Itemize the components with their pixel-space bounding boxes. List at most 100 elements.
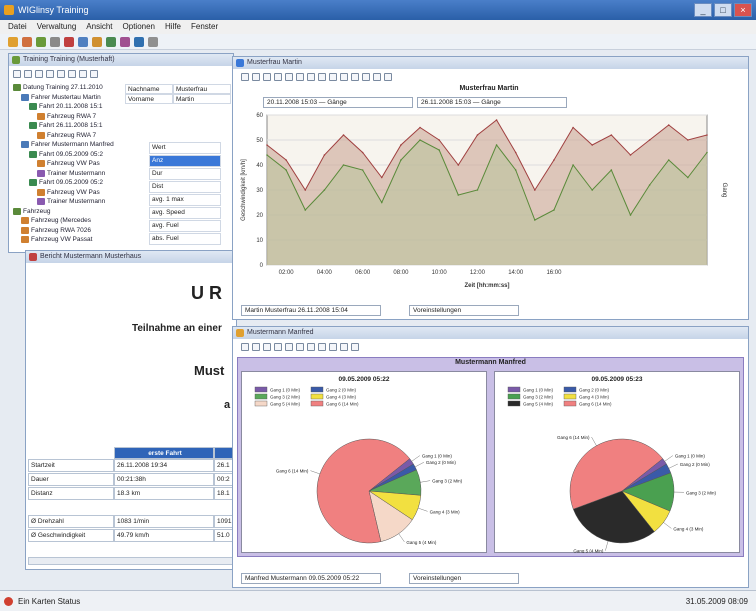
legend-icon[interactable] (307, 73, 315, 81)
grid-row[interactable]: avg. 1 max (149, 194, 221, 206)
delete-icon[interactable] (64, 37, 74, 47)
tree-item[interactable]: Fahrer Mustermann Manfred (21, 141, 114, 148)
menu-manage[interactable]: Verwaltung (37, 20, 77, 34)
grid-row[interactable]: Dist (149, 181, 221, 193)
grid-icon[interactable] (296, 73, 304, 81)
tree-item[interactable]: Fahrzeug (13, 208, 50, 215)
print-icon[interactable] (329, 343, 337, 351)
open-icon[interactable] (22, 37, 32, 47)
copy-icon[interactable] (318, 343, 326, 351)
grid-icon[interactable] (296, 343, 304, 351)
grid-row[interactable]: Dur (149, 168, 221, 180)
preset-select[interactable]: Voreinstellungen (409, 305, 519, 316)
tree-item[interactable]: Fahrzeug RWA 7026 (21, 227, 91, 234)
filter-icon[interactable] (46, 70, 54, 78)
prop-value[interactable]: Musterfrau (173, 84, 231, 94)
grid-row[interactable]: Wert (149, 142, 221, 154)
grid-row[interactable]: avg. Speed (149, 207, 221, 219)
sort-icon[interactable] (79, 70, 87, 78)
tree-item[interactable]: Fahrzeug VW Pas (37, 189, 100, 196)
print-icon[interactable] (50, 37, 60, 47)
close-button[interactable]: × (734, 3, 752, 17)
tree-item[interactable]: Fahrzeug VW Pas (37, 160, 100, 167)
tree-item[interactable]: Fahrt 20.11.2008 15:1 (29, 103, 102, 110)
tree-item[interactable]: Fahrer Mustertau Martin (21, 94, 101, 101)
preset-select[interactable]: Voreinstellungen (409, 573, 519, 584)
grid-row[interactable]: avg. Fuel (149, 220, 221, 232)
print-icon[interactable] (329, 73, 337, 81)
gear-icon[interactable] (351, 343, 359, 351)
help-icon[interactable] (148, 37, 158, 47)
pie-charts[interactable]: 09.05.2009 05:22Gang 1 (0 Min)Gang 2 (0 … (241, 371, 740, 553)
cursor-icon[interactable] (274, 343, 282, 351)
tree-item[interactable]: Fahrzeug RWA 7 (37, 132, 96, 139)
zoom-out-icon[interactable] (252, 73, 260, 81)
menu-options[interactable]: Optionen (123, 20, 155, 34)
tree-item[interactable]: Trainer Mustermann (37, 198, 105, 205)
gear-icon[interactable] (362, 73, 370, 81)
tree-item[interactable]: Trainer Mustermann (37, 170, 105, 177)
refresh-icon[interactable] (57, 70, 65, 78)
export-icon[interactable] (340, 343, 348, 351)
edit-icon[interactable] (35, 70, 43, 78)
add-icon[interactable] (13, 70, 21, 78)
new-icon[interactable] (8, 37, 18, 47)
stop-icon[interactable] (68, 70, 76, 78)
tree-item[interactable]: Fahrt 09.05.2009 05:2 (29, 151, 103, 158)
data-point (591, 144, 593, 146)
chart-toolbar (241, 71, 392, 83)
tree-item[interactable]: Fahrzeug (Mercedes (21, 217, 91, 224)
zoom-in-icon[interactable] (241, 73, 249, 81)
grid-row[interactable]: abs. Fuel (149, 233, 221, 245)
tree-item[interactable]: Fahrt 09.05.2009 05:2 (29, 179, 103, 186)
data-point (285, 159, 287, 161)
tree-view[interactable]: Datung Training 27.11.2010 Fahrer Mustert… (13, 84, 123, 252)
data-point (419, 127, 421, 129)
minimize-button[interactable]: _ (694, 3, 712, 17)
main-toolbar (0, 34, 756, 50)
pan-icon[interactable] (263, 343, 271, 351)
tree-node-icon (21, 141, 29, 148)
menu-help[interactable]: Hilfe (165, 20, 181, 34)
cursor-icon[interactable] (274, 73, 282, 81)
trip-select[interactable]: Manfred Mustermann 09.05.2009 05:22 (241, 573, 381, 584)
legend-icon[interactable] (307, 343, 315, 351)
tree-item[interactable]: Fahrzeug RWA 7 (37, 113, 96, 120)
report-icon[interactable] (120, 37, 130, 47)
fuel-icon[interactable] (373, 73, 381, 81)
marker-icon[interactable] (285, 343, 293, 351)
tree-item[interactable]: Datung Training 27.11.2010 (13, 84, 103, 91)
expand-icon[interactable] (90, 70, 98, 78)
menu-file[interactable]: Datei (8, 20, 27, 34)
export-icon[interactable] (92, 37, 102, 47)
rpm-icon[interactable] (384, 73, 392, 81)
export-icon[interactable] (340, 73, 348, 81)
data-point (458, 194, 460, 196)
maximize-button[interactable]: □ (714, 3, 732, 17)
marker-icon[interactable] (285, 73, 293, 81)
pan-icon[interactable] (263, 73, 271, 81)
report-scrollbar[interactable] (28, 557, 234, 565)
trip-select[interactable]: Martin Musterfrau 26.11.2008 15:04 (241, 305, 381, 316)
chart-icon[interactable] (106, 37, 116, 47)
copy-icon[interactable] (318, 73, 326, 81)
save-icon[interactable] (36, 37, 46, 47)
tree-item-label: Trainer Mustermann (47, 198, 105, 205)
import-icon[interactable] (78, 37, 88, 47)
settings-icon[interactable] (134, 37, 144, 47)
prop-value[interactable]: Martin (173, 94, 231, 104)
table-cell: Ø Drehzahl (28, 515, 114, 528)
stats-grid[interactable]: WertAnzDurDistavg. 1 maxavg. Speedavg. F… (137, 142, 233, 252)
remove-icon[interactable] (24, 70, 32, 78)
zoom-out-icon[interactable] (252, 343, 260, 351)
x-tick-label: 12:00 (470, 270, 486, 276)
zoom-in-icon[interactable] (241, 343, 249, 351)
menu-window[interactable]: Fenster (191, 20, 218, 34)
grid-row[interactable]: Anz (149, 155, 221, 167)
tree-item[interactable]: Fahrzeug VW Passat (21, 236, 92, 243)
line-chart[interactable]: 010203040506002:0004:0006:0008:0010:0012… (237, 109, 743, 295)
tree-node-icon (37, 198, 45, 205)
tree-item[interactable]: Fahrt 26.11.2008 15:1 (29, 122, 102, 129)
speed-icon[interactable] (351, 73, 359, 81)
menu-view[interactable]: Ansicht (86, 20, 112, 34)
